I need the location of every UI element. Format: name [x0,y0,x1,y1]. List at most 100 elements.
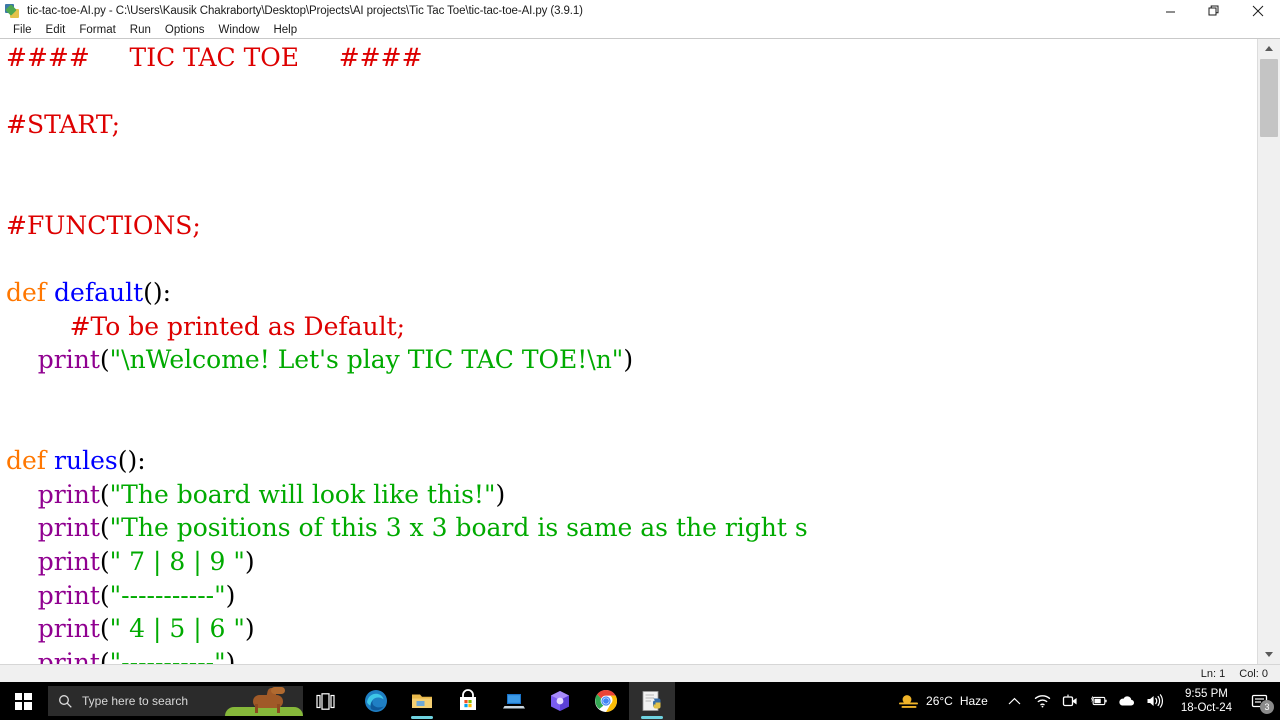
taskbar-app-remote-desktop[interactable] [491,682,537,720]
taskbar-app-list [353,682,675,720]
taskbar-clock[interactable]: 9:55 PM 18-Oct-24 [1173,682,1240,720]
status-bar: Ln: 1 Col: 0 [0,664,1280,682]
vertical-scrollbar[interactable] [1257,39,1280,664]
notification-count-badge: 3 [1260,700,1274,714]
code-token-comment: #FUNCTIONS; [6,210,201,240]
minimize-button[interactable] [1148,0,1192,22]
code-token-plain: ) [225,647,236,664]
code-token-plain: ) [495,479,506,509]
microsoft-edge-icon [365,690,387,712]
code-token-builtin: print [37,647,100,664]
code-line: print("The board will look like this!") [0,478,1258,512]
taskbar-app-google-chrome[interactable] [583,682,629,720]
taskbar-app-file-explorer[interactable] [399,682,445,720]
file-explorer-icon [412,694,432,708]
code-token-plain: ( [99,513,110,543]
chevron-down-icon [1265,652,1273,657]
onedrive-cloud-icon[interactable] [1118,693,1135,710]
code-token-plain: ) [244,546,255,576]
menu-item-help[interactable]: Help [266,22,304,38]
clock-date: 18-Oct-24 [1180,702,1232,714]
menu-item-window[interactable]: Window [212,22,267,38]
scroll-down-button[interactable] [1258,645,1280,664]
code-token-builtin: print [37,580,100,610]
search-placeholder-text: Type here to search [82,694,189,708]
code-token-plain: ) [244,614,255,644]
notification-center-button[interactable]: 3 [1240,682,1278,720]
code-token-string: "-----------" [109,647,226,664]
code-line: #FUNCTIONS; [0,209,1258,243]
title-bar: tic-tac-toe-AI.py - C:\Users\Kausik Chak… [0,0,1280,23]
running-indicator [411,716,433,719]
tray-icon-group [996,682,1173,720]
menu-item-file[interactable]: File [6,22,39,38]
code-line: print("\nWelcome! Let's play TIC TAC TOE… [0,343,1258,377]
code-token-plain: (): [117,446,146,476]
vertical-scrollbar-thumb[interactable] [1260,59,1278,137]
code-line: print("-----------") [0,646,1258,664]
close-button[interactable] [1236,0,1280,22]
menu-item-options[interactable]: Options [158,22,212,38]
code-token-plain: ( [99,479,110,509]
show-hidden-icons-chevron-up-icon[interactable] [1006,693,1023,710]
idle-window: tic-tac-toe-AI.py - C:\Users\Kausik Chak… [0,0,1280,720]
code-token-plain: ( [99,580,110,610]
task-view-button[interactable] [303,682,347,720]
code-token-comment: #START; [6,110,121,140]
code-token-builtin: print [37,546,100,576]
taskbar-app-python-idle[interactable] [629,682,675,720]
wifi-icon[interactable] [1034,693,1051,710]
code-line: #### TIC TAC TOE #### [0,41,1258,75]
code-token-string: " 7 | 8 | 9 " [109,546,245,576]
taskbar-app-microsoft-edge[interactable] [353,682,399,720]
start-button[interactable] [0,682,46,720]
menu-item-run[interactable]: Run [123,22,158,38]
battery-icon[interactable] [1090,693,1107,710]
task-view-icon [315,692,335,710]
code-token-plain: ( [99,546,110,576]
code-token-definition: rules [54,446,118,476]
code-token-plain: (): [143,278,172,308]
camera-icon[interactable] [1062,693,1079,710]
window-title: tic-tac-toe-AI.py - C:\Users\Kausik Chak… [27,5,583,17]
code-token-builtin: print [37,614,100,644]
taskbar-app-microsoft-store[interactable] [445,682,491,720]
menu-item-edit[interactable]: Edit [39,22,73,38]
code-line: #To be printed as Default; [0,310,1258,344]
code-token-string: " 4 | 5 | 6 " [109,614,245,644]
microsoft-store-icon [460,689,476,710]
code-token-keyword: def [6,446,47,476]
code-text-area[interactable]: #### TIC TAC TOE #### #START; #FUNCTIONS… [0,39,1258,664]
code-line: def rules(): [0,444,1258,478]
weather-condition: Haze [959,694,988,708]
code-token-plain: ( [99,614,110,644]
volume-icon[interactable] [1146,693,1163,710]
search-input[interactable]: Type here to search [48,686,303,716]
clock-time: 9:55 PM [1185,688,1228,700]
code-token-comment: #To be printed as Default; [6,311,406,341]
code-token-string: "\nWelcome! Let's play TIC TAC TOE!\n" [109,345,624,375]
code-line: def default(): [0,276,1258,310]
search-icon [48,694,82,709]
code-line: #START; [0,108,1258,142]
menu-item-format[interactable]: Format [72,22,122,38]
taskbar-app-microsoft-365[interactable] [537,682,583,720]
restore-button[interactable] [1192,0,1236,22]
weather-widget[interactable]: 26°C Haze [890,682,996,720]
weather-temperature: 26°C [926,694,953,708]
code-editor: #### TIC TAC TOE #### #START; #FUNCTIONS… [0,39,1280,664]
scroll-up-button[interactable] [1258,39,1280,58]
code-token-plain: ( [99,647,110,664]
code-token-definition: default [54,278,144,308]
code-line: print("-----------") [0,579,1258,613]
